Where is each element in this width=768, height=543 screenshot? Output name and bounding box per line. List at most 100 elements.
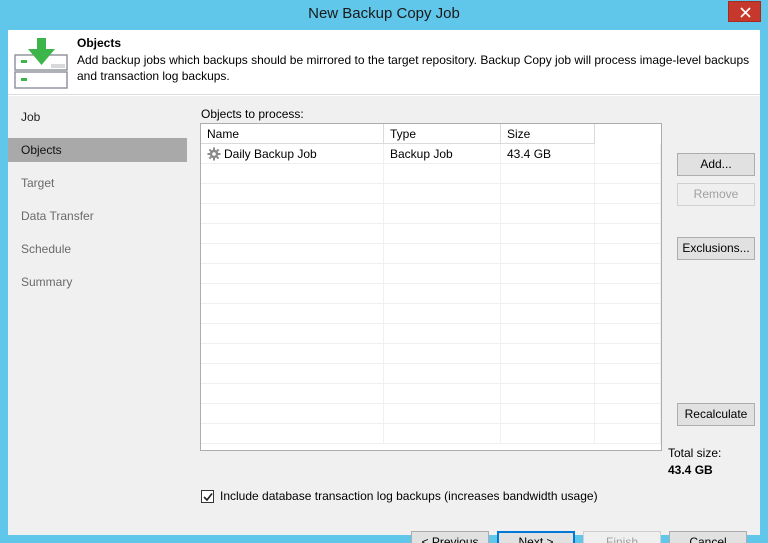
empty-cell xyxy=(384,164,501,184)
empty-cell xyxy=(595,284,661,304)
empty-table-row xyxy=(201,324,661,344)
empty-cell xyxy=(201,364,384,384)
empty-cell xyxy=(595,344,661,364)
nav-item-summary[interactable]: Summary xyxy=(8,270,187,294)
cell-name-text: Daily Backup Job xyxy=(224,147,317,161)
empty-table-row xyxy=(201,304,661,324)
empty-table-row xyxy=(201,244,661,264)
empty-cell xyxy=(595,224,661,244)
cell-name: Daily Backup Job xyxy=(201,144,384,164)
step-description: Add backup jobs which backups should be … xyxy=(77,53,750,83)
empty-cell xyxy=(595,424,661,444)
wizard-steps-sidebar: Job Objects Target Data Transfer Schedul… xyxy=(8,96,187,535)
empty-cell xyxy=(384,304,501,324)
empty-table-row xyxy=(201,344,661,364)
empty-cell xyxy=(595,184,661,204)
column-header-name[interactable]: Name xyxy=(201,124,384,144)
column-header-type[interactable]: Type xyxy=(384,124,501,144)
include-log-backups-checkbox[interactable] xyxy=(201,490,214,503)
remove-button[interactable]: Remove xyxy=(677,183,755,206)
empty-cell xyxy=(595,164,661,184)
objects-to-process-label: Objects to process: xyxy=(201,107,304,121)
empty-cell xyxy=(201,424,384,444)
objects-panel: Objects to process: Name Type Size Daily… xyxy=(187,96,760,543)
empty-cell xyxy=(501,304,595,324)
empty-cell xyxy=(384,324,501,344)
include-log-backups-label[interactable]: Include database transaction log backups… xyxy=(220,489,598,503)
empty-table-row xyxy=(201,184,661,204)
objects-table[interactable]: Name Type Size Daily Backup Job Backup Jo… xyxy=(200,123,662,451)
empty-cell xyxy=(201,204,384,224)
dialog-body: Objects Add backup jobs which backups sh… xyxy=(8,30,760,543)
total-size-value: 43.4 GB xyxy=(668,463,713,477)
cell-filler xyxy=(595,144,661,164)
total-size-label: Total size: xyxy=(668,446,722,460)
backup-copy-download-icon xyxy=(14,38,68,89)
empty-cell xyxy=(384,404,501,424)
cancel-button[interactable]: Cancel xyxy=(669,531,747,543)
exclusions-button[interactable]: Exclusions... xyxy=(677,237,755,260)
empty-table-row xyxy=(201,384,661,404)
cell-size: 43.4 GB xyxy=(501,144,595,164)
empty-cell xyxy=(384,224,501,244)
empty-cell xyxy=(501,244,595,264)
title-bar[interactable]: New Backup Copy Job xyxy=(0,0,768,30)
nav-item-target[interactable]: Target xyxy=(8,171,187,195)
empty-cell xyxy=(501,184,595,204)
cell-type: Backup Job xyxy=(384,144,501,164)
empty-cell xyxy=(595,304,661,324)
recalculate-button[interactable]: Recalculate xyxy=(677,403,755,426)
empty-cell xyxy=(501,384,595,404)
empty-cell xyxy=(501,204,595,224)
empty-cell xyxy=(201,184,384,204)
empty-table-row xyxy=(201,284,661,304)
close-button[interactable] xyxy=(728,1,761,22)
empty-cell xyxy=(595,264,661,284)
empty-cell xyxy=(201,164,384,184)
empty-cell xyxy=(501,324,595,344)
empty-table-row xyxy=(201,224,661,244)
empty-cell xyxy=(501,264,595,284)
nav-item-schedule[interactable]: Schedule xyxy=(8,237,187,261)
next-button[interactable]: Next > xyxy=(497,531,575,543)
empty-cell xyxy=(201,244,384,264)
table-header: Name Type Size xyxy=(201,124,661,144)
finish-button[interactable]: Finish xyxy=(583,531,661,543)
empty-cell xyxy=(201,284,384,304)
nav-item-data-transfer[interactable]: Data Transfer xyxy=(8,204,187,228)
close-icon xyxy=(740,7,751,18)
empty-cell xyxy=(384,204,501,224)
checkmark-icon xyxy=(203,493,213,502)
window-title: New Backup Copy Job xyxy=(308,5,460,22)
gear-icon xyxy=(207,147,221,161)
empty-table-row xyxy=(201,364,661,384)
dialog-window: New Backup Copy Job Objects Add backup j… xyxy=(0,0,768,543)
empty-cell xyxy=(384,284,501,304)
add-button[interactable]: Add... xyxy=(677,153,755,176)
empty-cell xyxy=(501,404,595,424)
empty-table-row xyxy=(201,204,661,224)
empty-cell xyxy=(384,344,501,364)
empty-cell xyxy=(595,324,661,344)
empty-cell xyxy=(595,244,661,264)
previous-button[interactable]: < Previous xyxy=(411,531,489,543)
empty-cell xyxy=(384,184,501,204)
empty-table-row xyxy=(201,424,661,444)
empty-cell xyxy=(384,244,501,264)
empty-table-row xyxy=(201,164,661,184)
empty-cell xyxy=(384,364,501,384)
empty-cell xyxy=(595,364,661,384)
empty-table-row xyxy=(201,264,661,284)
empty-cell xyxy=(201,324,384,344)
empty-cell xyxy=(384,264,501,284)
empty-cell xyxy=(501,344,595,364)
column-header-size[interactable]: Size xyxy=(501,124,595,144)
empty-cell xyxy=(201,264,384,284)
nav-item-job[interactable]: Job xyxy=(8,105,187,129)
empty-cell xyxy=(384,424,501,444)
empty-cell xyxy=(201,304,384,324)
empty-cell xyxy=(201,344,384,364)
table-row[interactable]: Daily Backup Job Backup Job 43.4 GB xyxy=(201,144,661,164)
nav-item-objects[interactable]: Objects xyxy=(8,138,187,162)
step-title: Objects xyxy=(77,36,122,50)
